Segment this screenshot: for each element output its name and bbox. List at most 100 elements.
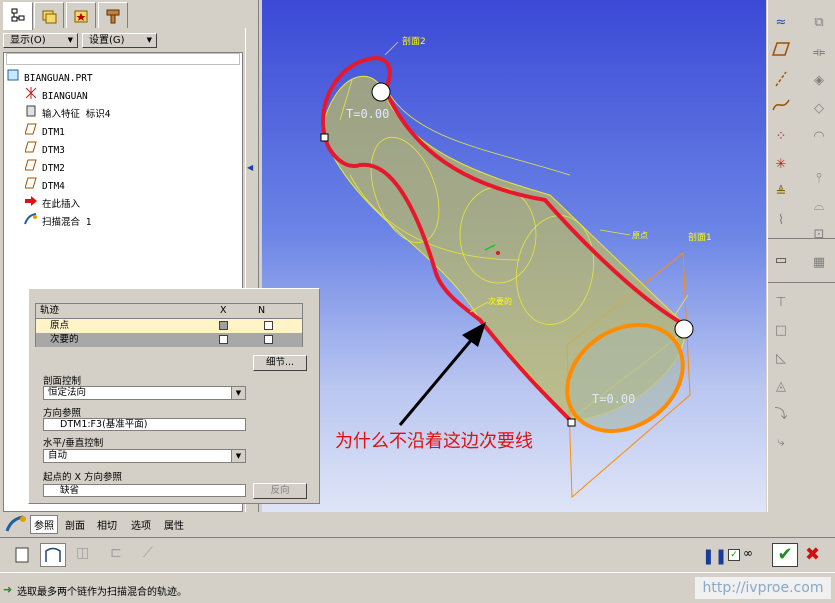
tree-item-root[interactable]: BIANGUAN.PRT (6, 69, 93, 85)
hv-control-label: 水平/垂直控制 (43, 438, 104, 449)
model-tree-tab[interactable] (3, 2, 33, 30)
sketch-tool-icon[interactable]: ⌇ (770, 210, 792, 232)
trim-icon[interactable]: ◇ (808, 98, 830, 120)
table-header: 轨迹 X N (36, 304, 302, 319)
chevron-down-icon: ▼ (231, 387, 245, 399)
tab-properties[interactable]: 属性 (164, 517, 184, 532)
preview-checkbox[interactable]: ✓ (728, 549, 740, 561)
mirror-icon[interactable]: ⟚ (808, 42, 830, 64)
header-x: X (220, 305, 227, 316)
part-icon (6, 69, 20, 87)
tab-options[interactable]: 选项 (131, 517, 151, 532)
t-value-bottom: T=0.00 (592, 392, 636, 406)
tree-search-box[interactable] (6, 53, 240, 65)
n-checkbox[interactable] (264, 335, 273, 344)
x-checkbox[interactable] (219, 335, 228, 344)
table-row[interactable]: 原点 (36, 319, 302, 333)
toolbar-divider (768, 282, 835, 283)
draft-icon[interactable]: ◬ (770, 376, 792, 398)
hv-control-select[interactable]: 自动 ▼ (43, 449, 246, 463)
merge-icon[interactable]: ◈ (808, 70, 830, 92)
pause-icon[interactable]: ❚❚ (702, 547, 727, 565)
datum-plane-tool-icon[interactable] (770, 42, 792, 64)
n-checkbox[interactable] (264, 321, 273, 330)
offset-icon[interactable]: ⫯ (808, 168, 830, 190)
trajectory-table: 轨迹 X N 原点 次要的 (35, 303, 303, 347)
chamfer-icon[interactable]: ⤷ (770, 432, 792, 454)
datum-point-tool-icon[interactable]: ⁘ (770, 126, 792, 148)
tree-item-insert-here[interactable]: 在此插入 (24, 195, 80, 211)
center-marker (496, 251, 500, 255)
collapse-arrow-icon[interactable]: ◀ (247, 163, 253, 172)
graphics-viewport[interactable]: 剖面2 剖面1 原点 次要的 T=0.00 T=0.00 为什么不沿着这边次要线 (262, 0, 766, 512)
extend-icon[interactable]: ◠ (808, 126, 830, 148)
header-n: N (258, 305, 266, 316)
tab-sections[interactable]: 剖面 (65, 517, 85, 532)
hole-icon[interactable]: ⊤ (770, 292, 792, 314)
start-point-handle[interactable] (320, 133, 329, 142)
swept-blend-feature-icon (5, 515, 27, 533)
start-x-label: 起点的 X 方向参照 (43, 472, 123, 483)
round-icon[interactable]: ⤵ (770, 404, 792, 426)
datum-plane-icon (24, 141, 38, 159)
tree-item-dtm4[interactable]: DTM4 (24, 177, 65, 193)
section-control-select[interactable]: 恒定法向 ▼ (43, 386, 246, 400)
tree-item-dtm2[interactable]: DTM2 (24, 159, 65, 175)
solidify-icon[interactable]: ⊡ (808, 224, 830, 246)
tab-references[interactable]: 参照 (30, 515, 58, 534)
section2-handle[interactable] (371, 82, 391, 102)
table-row[interactable]: 次要的 (36, 333, 302, 347)
folder-browser-tab[interactable] (34, 2, 64, 28)
datum-plane-icon (24, 159, 38, 177)
thicken-icon[interactable]: ⌓ (808, 196, 830, 218)
copy-icon[interactable]: ⧉ (808, 12, 830, 34)
x-checkbox[interactable] (219, 321, 228, 330)
secondary-label: 次要的 (488, 297, 512, 306)
remove-material-icon[interactable]: ◫ (76, 545, 96, 565)
confirm-checkmark-icon[interactable]: ✔ (772, 543, 798, 567)
datum-plane-icon (24, 177, 38, 195)
thicken-sketch-icon[interactable]: ⊏ (110, 545, 130, 565)
show-menu-button[interactable]: 显示(O) ▼ (3, 33, 78, 48)
tree-item-csys[interactable]: BIANGUAN (24, 87, 88, 103)
status-bar: ➜ 选取最多两个链作为扫描混合的轨迹。 http://ivproe.com (0, 572, 835, 603)
row-label: 次要的 (50, 334, 79, 345)
details-button[interactable]: 细节... (253, 355, 307, 371)
direction-ref-label: 方向参照 (43, 408, 82, 419)
section1-handle[interactable] (674, 319, 694, 339)
surface-icon[interactable] (40, 543, 66, 567)
tree-item-swept-blend[interactable]: 扫描混合 1 (24, 213, 91, 229)
tree-item-dtm3[interactable]: DTM3 (24, 141, 65, 157)
shell-icon[interactable]: □ (770, 320, 792, 342)
solid-icon[interactable] (12, 545, 32, 565)
origin-label: 原点 (632, 231, 648, 240)
analysis-tool-icon[interactable]: ≜ (770, 182, 792, 204)
csys-tool-icon[interactable]: ✳ (770, 154, 792, 176)
start-x-field[interactable]: 缺省 (43, 484, 246, 497)
rib-icon[interactable]: ◺ (770, 348, 792, 370)
datum-curve-tool-icon[interactable] (770, 98, 792, 120)
status-message: 选取最多两个链作为扫描混合的轨迹。 (17, 587, 187, 598)
annotation-text: 为什么不沿着这边次要线 (335, 431, 533, 452)
pattern-icon[interactable]: ▦ (808, 252, 830, 274)
flip-direction-icon[interactable]: ⟋ (143, 545, 163, 565)
toolbar-divider (768, 238, 835, 239)
tab-tangency[interactable]: 相切 (97, 517, 117, 532)
connections-tab[interactable] (98, 2, 128, 28)
direction-ref-field[interactable]: DTM1:F3(基准平面) (43, 418, 246, 431)
flip-button[interactable]: 反向 (253, 483, 307, 499)
cancel-x-icon[interactable]: ✖ (805, 544, 827, 566)
tree-item-import-feature[interactable]: 输入特征 标识4 (24, 105, 110, 121)
datum-axis-tool-icon[interactable] (770, 70, 792, 92)
glasses-icon[interactable]: ∞ (743, 546, 765, 562)
sketch-plane-icon[interactable]: ▭ (770, 250, 792, 272)
import-feature-icon (24, 105, 38, 123)
datum-display-icon[interactable]: ≈ (770, 12, 792, 34)
favorites-tab[interactable] (66, 2, 96, 28)
swept-blend-icon (24, 213, 38, 231)
tree-item-dtm1[interactable]: DTM1 (24, 123, 65, 139)
chevron-down-icon: ▼ (67, 36, 73, 44)
end-point-handle[interactable] (567, 418, 576, 427)
datum-toolbar: ≈ ⁘ ✳ ≜ ⌇ ▭ ⧉ ⟚ ◈ ◇ ◠ ⫯ ⌓ ⊡ ▦ ⊤ □ ◺ ◬ ⤵ … (767, 0, 835, 512)
settings-menu-button[interactable]: 设置(G) ▼ (82, 33, 157, 48)
